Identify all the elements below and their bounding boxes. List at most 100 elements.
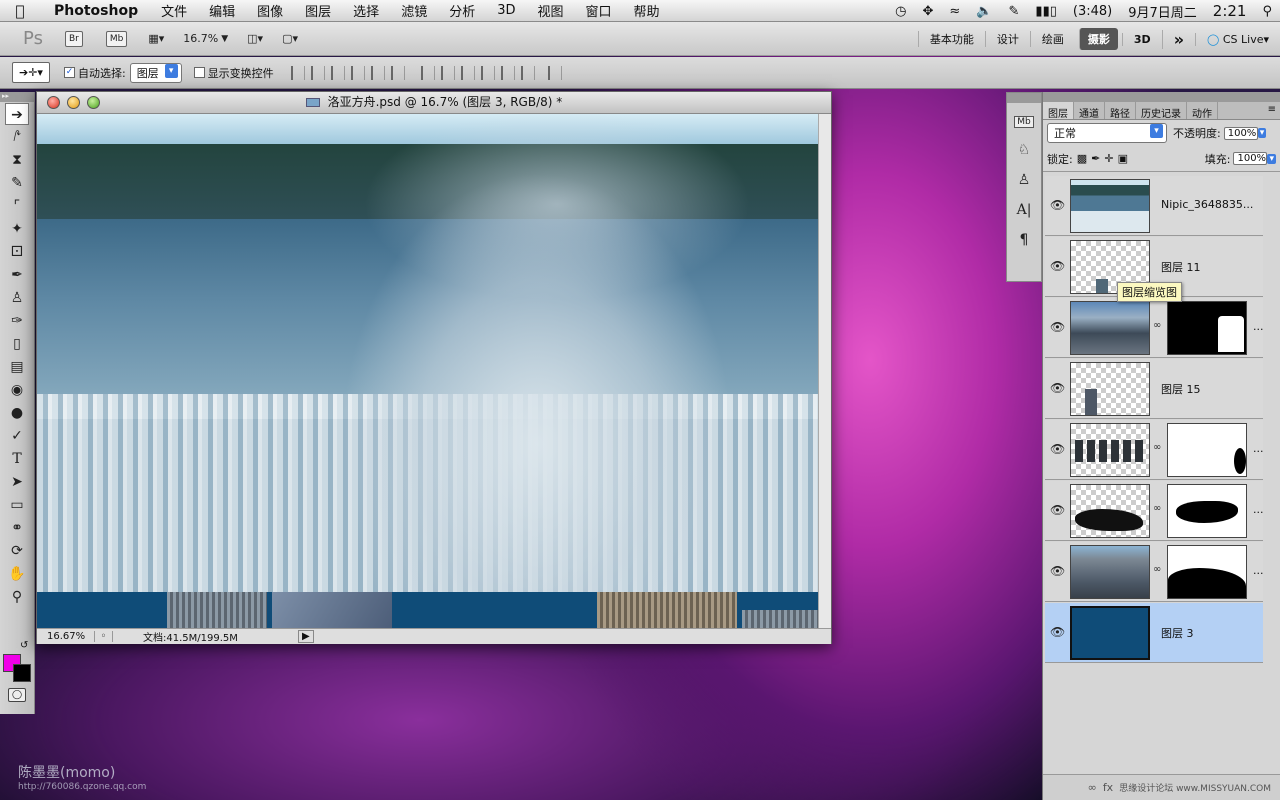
- view-extras-button[interactable]: ▦▾: [148, 32, 164, 45]
- time-machine-icon[interactable]: ◷: [887, 4, 914, 19]
- mini-bridge-panel-icon[interactable]: Mb: [1012, 107, 1036, 133]
- show-transform-checkbox[interactable]: [193, 67, 205, 78]
- crop-tool-icon[interactable]: ⌜: [5, 195, 29, 217]
- dodge-tool-icon[interactable]: ●: [5, 402, 29, 424]
- align-bottom-icon[interactable]: [330, 65, 345, 80]
- layer-row-masked-shadows[interactable]: 👁 ∞ ...: [1045, 481, 1264, 541]
- align-right-icon[interactable]: [390, 65, 405, 80]
- mask-link-icon[interactable]: ∞: [1153, 442, 1161, 453]
- layer-mask-thumbnail[interactable]: [1167, 545, 1247, 599]
- visibility-eye-icon[interactable]: 👁: [1050, 198, 1065, 212]
- align-top-icon[interactable]: [290, 65, 305, 80]
- layer-thumbnail[interactable]: [1070, 362, 1150, 416]
- minimize-window-button[interactable]: [67, 96, 80, 109]
- fill-dropdown-icon[interactable]: ▾: [1267, 153, 1276, 164]
- mask-link-icon[interactable]: ∞: [1153, 503, 1161, 514]
- blur-tool-icon[interactable]: ◉: [5, 379, 29, 401]
- menu-edit[interactable]: 编辑: [198, 1, 246, 20]
- layer-name[interactable]: 图层 3: [1161, 625, 1194, 641]
- mask-link-icon[interactable]: ∞: [1153, 564, 1161, 575]
- layer-row-masked-city[interactable]: 👁 ∞ ...: [1045, 298, 1264, 358]
- clone-stamp-tool-icon[interactable]: ♙: [5, 287, 29, 309]
- distribute-top-icon[interactable]: [420, 65, 435, 80]
- visibility-eye-icon[interactable]: 👁: [1050, 259, 1065, 273]
- fill-input[interactable]: 100%: [1233, 152, 1268, 165]
- layers-panel-header[interactable]: [1043, 92, 1280, 102]
- layer-thumbnail[interactable]: [1070, 179, 1150, 233]
- workspace-essentials[interactable]: 基本功能: [917, 31, 985, 47]
- apple-icon[interactable]: : [0, 2, 40, 20]
- layer-row-layer-15[interactable]: 👁 图层 15: [1045, 359, 1263, 419]
- app-name-menu[interactable]: Photoshop: [40, 3, 150, 19]
- lock-all-icon[interactable]: ▣: [1118, 152, 1128, 165]
- layer-row-masked-buildings[interactable]: 👁 ∞ ...: [1045, 420, 1264, 480]
- quick-selection-tool-icon[interactable]: ✎: [5, 172, 29, 194]
- type-tool-icon[interactable]: T: [5, 448, 29, 470]
- battery-time[interactable]: (3:48): [1065, 4, 1120, 19]
- 3d-orbit-tool-icon[interactable]: ⟳: [5, 540, 29, 562]
- panel-menu-icon[interactable]: ≡: [1264, 102, 1280, 119]
- layer-name[interactable]: 图层 11: [1161, 259, 1201, 275]
- bridge-button[interactable]: Br: [65, 30, 83, 47]
- workspace-painting[interactable]: 绘画: [1029, 31, 1075, 47]
- eraser-tool-icon[interactable]: ▯: [5, 333, 29, 355]
- document-title-bar[interactable]: 洛亚方舟.psd @ 16.7% (图层 3, RGB/8) *: [37, 92, 831, 114]
- layer-thumbnail[interactable]: [1070, 545, 1150, 599]
- screen-mode-button[interactable]: ▢▾: [282, 32, 298, 45]
- layer-mask-thumbnail[interactable]: [1167, 301, 1247, 355]
- layer-thumbnail[interactable]: [1070, 484, 1150, 538]
- layer-row-layer-3[interactable]: 👁 图层 3: [1045, 603, 1263, 663]
- distribute-right-icon[interactable]: [520, 65, 535, 80]
- clone-source-panel-icon[interactable]: ♘: [1012, 137, 1036, 163]
- layer-style-icon[interactable]: fx: [1103, 781, 1113, 794]
- zoom-tool-icon[interactable]: ⚲: [5, 586, 29, 608]
- cs-live-button[interactable]: ◯ CS Live▾: [1195, 32, 1280, 46]
- workspace-design[interactable]: 设计: [984, 31, 1030, 47]
- zoom-window-button[interactable]: [87, 96, 100, 109]
- align-vcenter-icon[interactable]: [310, 65, 325, 80]
- align-left-icon[interactable]: [350, 65, 365, 80]
- volume-icon[interactable]: 🔈: [968, 4, 1000, 19]
- menu-image[interactable]: 图像: [246, 1, 294, 20]
- bluetooth-icon[interactable]: ✥: [915, 4, 942, 19]
- character-panel-icon[interactable]: A|: [1012, 197, 1036, 223]
- menu-layer[interactable]: 图层: [294, 1, 342, 20]
- lock-transparency-icon[interactable]: ▩: [1077, 152, 1087, 165]
- link-layers-icon[interactable]: ∞: [1088, 781, 1097, 794]
- distribute-left-icon[interactable]: [480, 65, 495, 80]
- wifi-icon[interactable]: ≈: [941, 4, 968, 19]
- menu-window[interactable]: 窗口: [575, 1, 623, 20]
- layer-mask-thumbnail[interactable]: [1167, 423, 1247, 477]
- battery-icon[interactable]: ▮▮▯: [1027, 4, 1064, 19]
- visibility-eye-icon[interactable]: 👁: [1050, 625, 1065, 639]
- menu-help[interactable]: 帮助: [623, 1, 671, 20]
- visibility-eye-icon[interactable]: 👁: [1050, 320, 1065, 334]
- menu-3d[interactable]: 3D: [486, 3, 526, 18]
- menu-file[interactable]: 文件: [150, 1, 198, 20]
- hand-tool-icon[interactable]: ✋: [5, 563, 29, 585]
- menu-filter[interactable]: 滤镜: [390, 1, 438, 20]
- mask-link-icon[interactable]: ∞: [1153, 320, 1161, 331]
- zoom-level-select[interactable]: 16.7%: [183, 32, 218, 45]
- blend-mode-select[interactable]: 正常: [1047, 123, 1167, 143]
- workspace-photography[interactable]: 摄影: [1078, 28, 1118, 50]
- eyedropper-tool-icon[interactable]: ✦: [5, 218, 29, 240]
- layer-row-nipic[interactable]: 👁 Nipic_3648835...: [1045, 176, 1263, 236]
- layer-thumbnail[interactable]: [1070, 606, 1150, 660]
- distribute-hcenter-icon[interactable]: [500, 65, 515, 80]
- shape-tool-icon[interactable]: ▭: [5, 494, 29, 516]
- document-canvas[interactable]: [37, 114, 818, 628]
- align-hcenter-icon[interactable]: [370, 65, 385, 80]
- zoom-percentage-field[interactable]: 16.67%: [37, 631, 95, 642]
- opacity-input[interactable]: 100%: [1223, 126, 1258, 140]
- layer-name[interactable]: 图层 15: [1161, 381, 1201, 397]
- tab-paths[interactable]: 路径: [1105, 102, 1136, 120]
- 3d-rotate-tool-icon[interactable]: ⚭: [5, 517, 29, 539]
- status-menu-arrow-icon[interactable]: ▶: [298, 630, 314, 643]
- menu-select[interactable]: 选择: [342, 1, 390, 20]
- auto-select-checkbox[interactable]: ✓: [63, 67, 75, 78]
- close-window-button[interactable]: [47, 96, 60, 109]
- visibility-eye-icon[interactable]: 👁: [1050, 503, 1065, 517]
- lock-pixels-icon[interactable]: ✒: [1091, 152, 1100, 165]
- gradient-tool-icon[interactable]: ▤: [5, 356, 29, 378]
